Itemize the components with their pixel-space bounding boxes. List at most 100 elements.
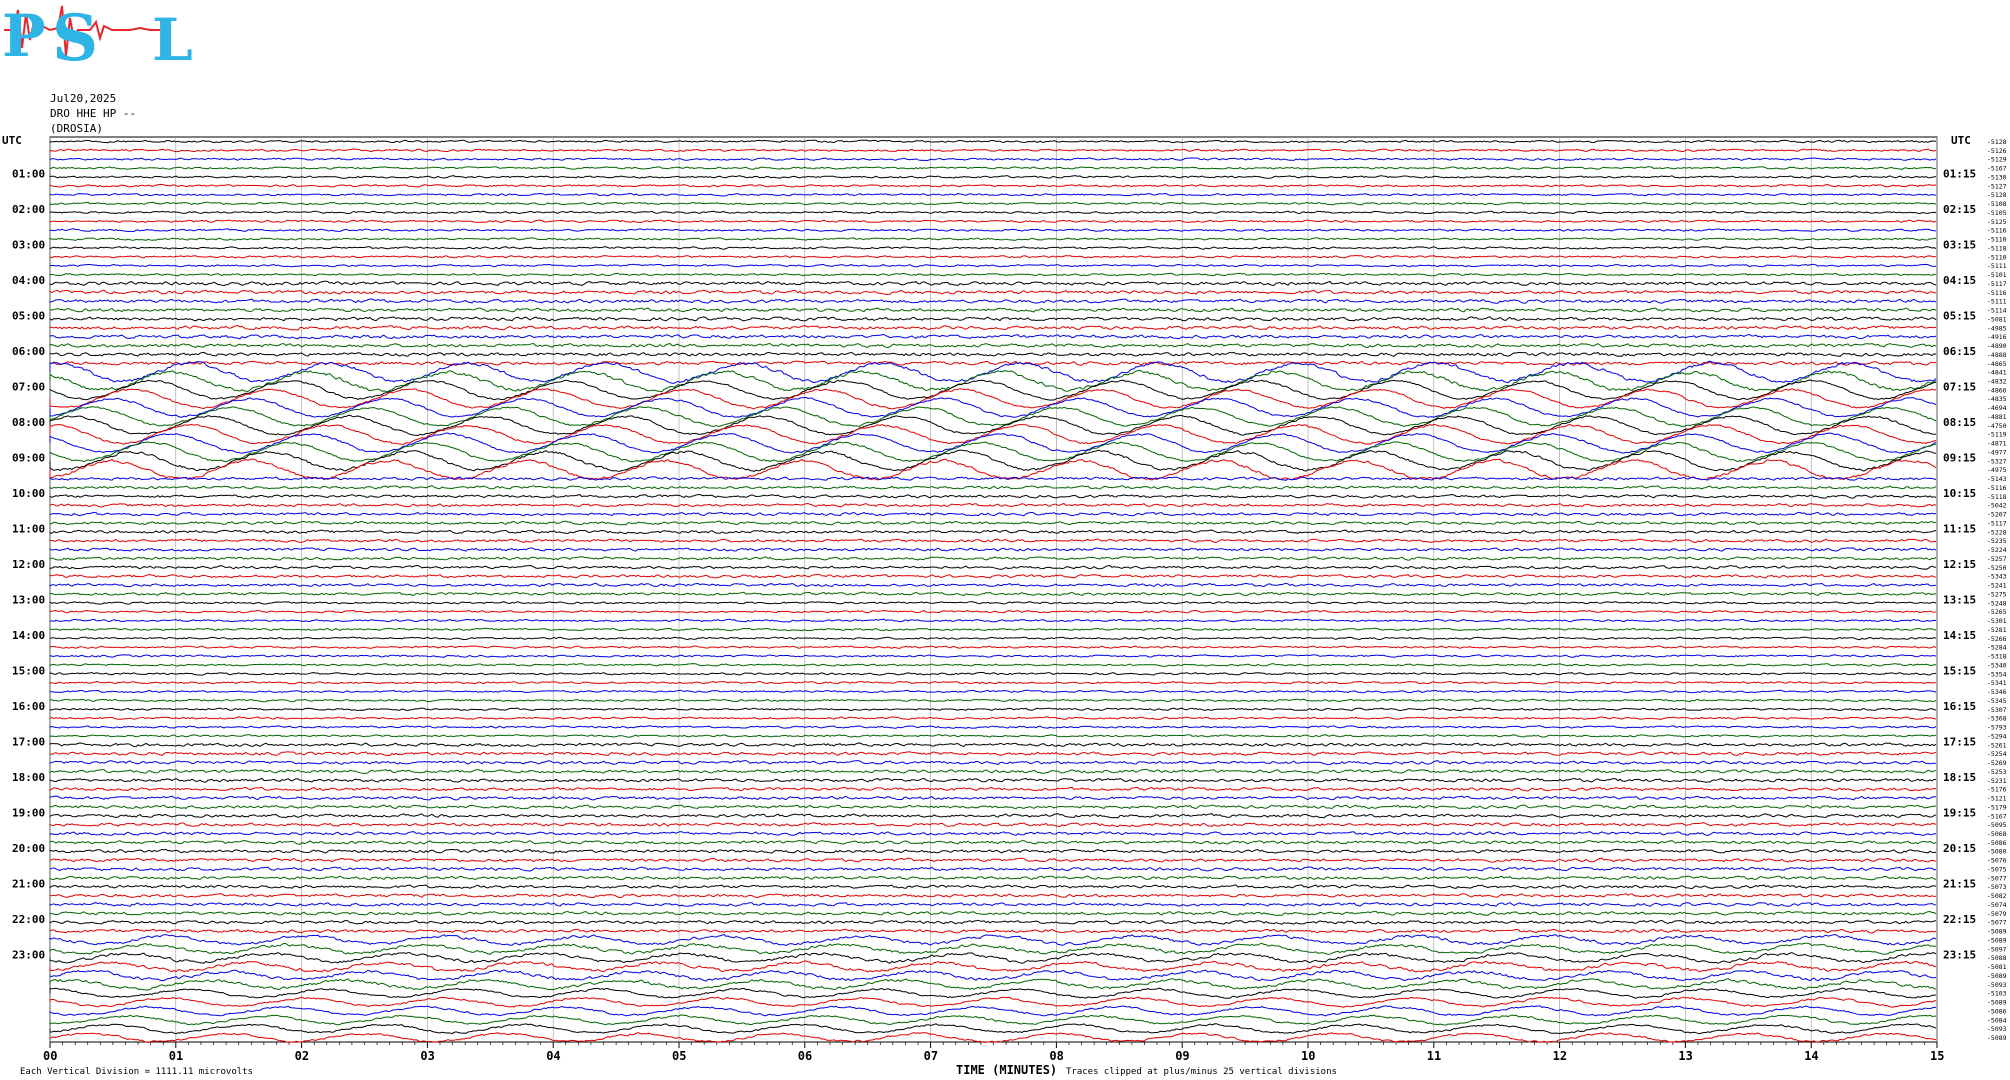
logo-letter-s: S: [52, 1, 98, 76]
x-tick-label: 13: [1678, 1049, 1692, 1063]
trace-offset-label: -5118: [1987, 493, 2007, 501]
left-hour-label: 05:00: [12, 309, 45, 322]
trace-offset-label: -4888: [1987, 351, 2007, 359]
trace-offset-label: -5318: [1987, 653, 2007, 661]
left-hour-label: 23:00: [12, 948, 45, 961]
trace-offset-label: -5269: [1987, 759, 2007, 767]
left-hour-label: 14:00: [12, 629, 45, 642]
trace-offset-label: -5121: [1987, 795, 2007, 803]
trace-offset-label: -5114: [1987, 307, 2007, 315]
footer-clip-note: Traces clipped at plus/minus 25 vertical…: [1066, 1067, 1337, 1077]
trace-offset-label: -4871: [1987, 440, 2007, 448]
trace-offset-label: -5081: [1987, 963, 2007, 971]
trace-offset-label: -5077: [1987, 874, 2007, 882]
left-hour-label: 17:00: [12, 735, 45, 748]
x-tick-label: 10: [1301, 1049, 1315, 1063]
trace-offset-label: -5076: [1987, 857, 2007, 865]
left-hour-label: 06:00: [12, 345, 45, 358]
trace-offset-label: -5073: [1987, 883, 2007, 891]
trace-offset-label: -5111: [1987, 262, 2007, 270]
trace-offset-label: -4866: [1987, 386, 2007, 394]
trace-offset-label: -5068: [1987, 830, 2007, 838]
x-tick-label: 02: [295, 1049, 309, 1063]
header-channel: DRO HHE HP --: [50, 107, 136, 120]
trace-offset-label: -5126: [1987, 147, 2007, 155]
x-tick-label: 15: [1930, 1049, 1944, 1063]
left-hour-label: 21:00: [12, 877, 45, 890]
left-hour-label: 08:00: [12, 416, 45, 429]
trace-offset-label: -5284: [1987, 644, 2007, 652]
right-hour-label: 02:15: [1943, 203, 1976, 216]
trace-offset-label: -5266: [1987, 635, 2007, 643]
right-hour-label: 05:15: [1943, 309, 1976, 322]
trace-offset-label: -5084: [1987, 1016, 2007, 1024]
trace-offset-label: -5354: [1987, 670, 2007, 678]
trace-offset-label: -5167: [1987, 165, 2007, 173]
trace-offset-label: -5119: [1987, 431, 2007, 439]
right-hour-label: 03:15: [1943, 238, 1976, 251]
right-hour-label: 18:15: [1943, 771, 1976, 784]
x-tick-label: 01: [169, 1049, 183, 1063]
left-hour-label: 01:00: [12, 167, 45, 180]
trace-offset-label: -4985: [1987, 324, 2007, 332]
trace-offset-label: -5117: [1987, 280, 2007, 288]
x-tick-label: 03: [420, 1049, 434, 1063]
left-hour-label: 07:00: [12, 380, 45, 393]
trace-offset-label: -5248: [1987, 599, 2007, 607]
trace-offset-label: -4835: [1987, 395, 2007, 403]
trace-offset-label: -5207: [1987, 511, 2007, 519]
left-axis-title: UTC: [2, 134, 22, 147]
trace-offset-label: -5089: [1987, 928, 2007, 936]
right-hour-label: 20:15: [1943, 842, 1976, 855]
trace-offset-label: -4832: [1987, 377, 2007, 385]
trace-offset-label: -4890: [1987, 342, 2007, 350]
trace-offset-label: -5261: [1987, 741, 2007, 749]
right-hour-label: 15:15: [1943, 664, 1976, 677]
left-hour-label: 11:00: [12, 522, 45, 535]
trace-offset-label: -5086: [1987, 1007, 2007, 1015]
right-hour-label: 22:15: [1943, 913, 1976, 926]
x-tick-label: 11: [1427, 1049, 1441, 1063]
trace-offset-label: -5254: [1987, 750, 2007, 758]
trace-offset-label: -5130: [1987, 173, 2007, 181]
x-tick-label: 05: [672, 1049, 686, 1063]
right-hour-label: 12:15: [1943, 558, 1976, 571]
trace-offset-label: -5231: [1987, 777, 2007, 785]
trace-offset-label: -5125: [1987, 218, 2007, 226]
trace-offset-label: -5257: [1987, 555, 2007, 563]
left-hour-label: 02:00: [12, 203, 45, 216]
left-hour-label: 22:00: [12, 913, 45, 926]
trace-offset-label: -5074: [1987, 901, 2007, 909]
trace-offset-label: -5345: [1987, 697, 2007, 705]
right-hour-label: 07:15: [1943, 380, 1976, 393]
header-date: Jul20,2025: [50, 92, 116, 105]
trace-offset-label: -5343: [1987, 573, 2007, 581]
trace-offset-label: -4750: [1987, 422, 2007, 430]
helicorder-chart: P S L Jul20,2025 DRO HHE HP -- (DROSIA) …: [0, 0, 2010, 1080]
left-hour-label: 19:00: [12, 806, 45, 819]
trace-offset-label: -4841: [1987, 369, 2007, 377]
trace-offset-label: -5110: [1987, 253, 2007, 261]
right-hour-label: 09:15: [1943, 451, 1976, 464]
trace-offset-label: -5275: [1987, 590, 2007, 598]
logo-letter-l: L: [152, 6, 193, 74]
trace-offset-label: -5089: [1987, 972, 2007, 980]
trace-offset-label: -5081: [1987, 315, 2007, 323]
trace-offset-label: -5042: [1987, 502, 2007, 510]
trace-offset-label: -5103: [1987, 990, 2007, 998]
right-hour-label: 04:15: [1943, 274, 1976, 287]
left-hour-label: 13:00: [12, 593, 45, 606]
right-hour-label: 19:15: [1943, 806, 1976, 819]
x-axis-title: TIME (MINUTES): [956, 1063, 1057, 1077]
trace-offset-label: -5079: [1987, 910, 2007, 918]
trace-offset-label: -5235: [1987, 537, 2007, 545]
trace-offset-label: -5111: [1987, 298, 2007, 306]
right-axis-title: UTC: [1951, 134, 1971, 147]
trace-offset-label: -5088: [1987, 954, 2007, 962]
trace-offset-label: -5128: [1987, 138, 2007, 146]
trace-offset-label: -5250: [1987, 564, 2007, 572]
trace-offset-label: -5097: [1987, 945, 2007, 953]
trace-offset-label: -5093: [1987, 981, 2007, 989]
x-tick-label: 08: [1049, 1049, 1063, 1063]
trace-offset-label: -5117: [1987, 519, 2007, 527]
